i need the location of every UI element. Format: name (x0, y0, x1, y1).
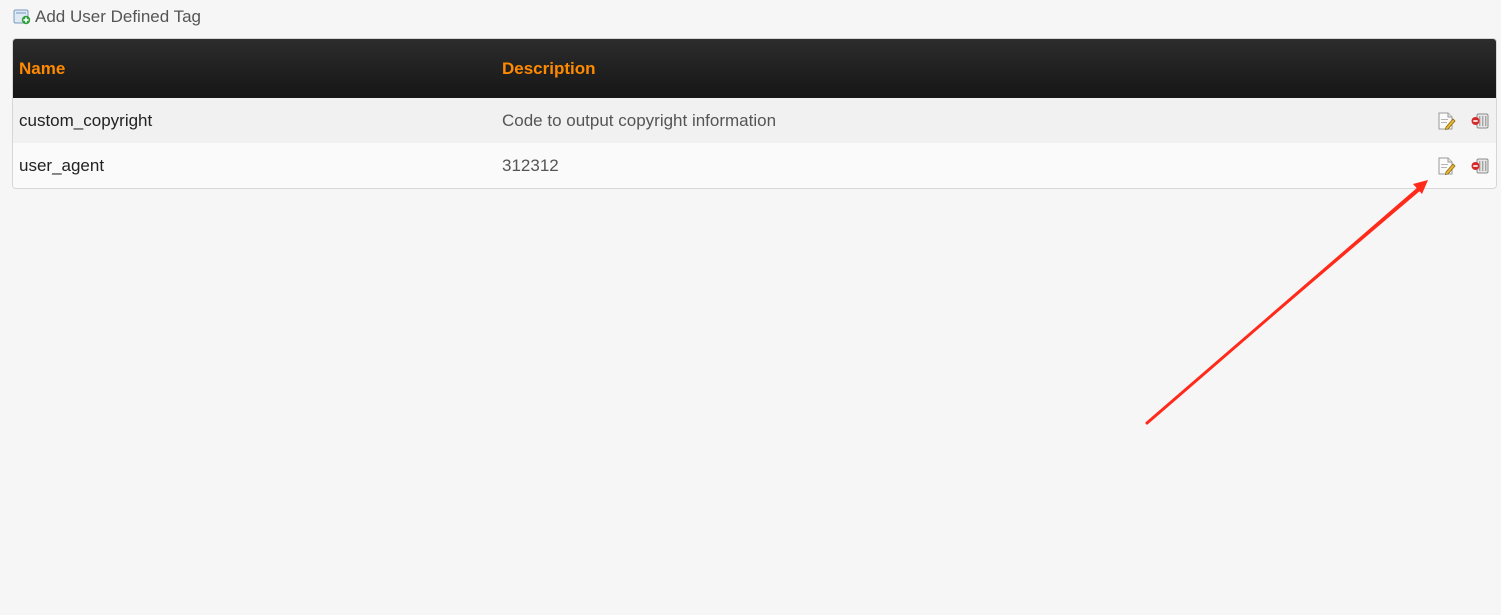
edit-icon[interactable] (1436, 111, 1456, 131)
row-actions (1420, 98, 1496, 143)
page: Add User Defined Tag Name Description cu… (0, 0, 1501, 615)
tag-description-cell: Code to output copyright information (502, 110, 777, 130)
row-actions (1420, 143, 1496, 188)
delete-icon[interactable] (1470, 156, 1490, 176)
add-tag-icon (13, 8, 31, 26)
table-row: user_agent 312312 (13, 143, 1496, 188)
edit-icon[interactable] (1436, 156, 1456, 176)
delete-icon[interactable] (1470, 111, 1490, 131)
table-row: custom_copyright Code to output copyrigh… (13, 98, 1496, 143)
column-header-name[interactable]: Name (13, 39, 496, 98)
user-defined-tags-table: Name Description custom_copyright Code t… (12, 38, 1497, 189)
tag-name-cell[interactable]: user_agent (13, 143, 496, 188)
column-header-description[interactable]: Description (496, 39, 1420, 98)
column-header-actions (1420, 39, 1496, 98)
add-user-defined-tag-link[interactable]: Add User Defined Tag (13, 6, 201, 28)
tag-name-cell[interactable]: custom_copyright (13, 98, 496, 143)
table-header-row: Name Description (13, 39, 1496, 98)
tag-description-cell: 312312 (502, 155, 559, 175)
add-user-defined-tag-label: Add User Defined Tag (35, 7, 202, 26)
